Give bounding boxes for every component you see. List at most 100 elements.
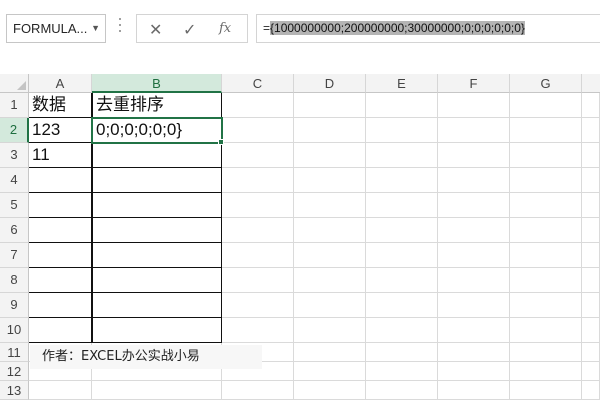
cell-e2[interactable] bbox=[366, 118, 438, 143]
cell-c9[interactable] bbox=[222, 293, 294, 318]
fill-handle[interactable] bbox=[218, 139, 224, 145]
cell-a5[interactable] bbox=[29, 193, 92, 218]
cell-f3[interactable] bbox=[438, 143, 510, 168]
cell-f11[interactable] bbox=[438, 343, 510, 362]
cell-e7[interactable] bbox=[366, 243, 438, 268]
cell-d7[interactable] bbox=[294, 243, 366, 268]
cell-b1[interactable]: 去重排序 bbox=[92, 93, 222, 118]
cell-a8[interactable] bbox=[29, 268, 92, 293]
column-header-g[interactable]: G bbox=[510, 74, 582, 93]
cell-d13[interactable] bbox=[294, 381, 366, 400]
cell-h7[interactable] bbox=[582, 243, 600, 268]
row-header-11[interactable]: 11 bbox=[0, 343, 29, 362]
row-header-13[interactable]: 13 bbox=[0, 381, 29, 400]
cell-h9[interactable] bbox=[582, 293, 600, 318]
cell-d1[interactable] bbox=[294, 93, 366, 118]
cell-f8[interactable] bbox=[438, 268, 510, 293]
cell-g1[interactable] bbox=[510, 93, 582, 118]
cell-e4[interactable] bbox=[366, 168, 438, 193]
cell-b13[interactable] bbox=[92, 381, 222, 400]
cell-d12[interactable] bbox=[294, 362, 366, 381]
cell-g6[interactable] bbox=[510, 218, 582, 243]
cell-f10[interactable] bbox=[438, 318, 510, 343]
select-all-button[interactable] bbox=[0, 74, 29, 93]
cell-e12[interactable] bbox=[366, 362, 438, 381]
cell-a3[interactable]: 11 bbox=[29, 143, 92, 168]
cell-a2[interactable]: 123 bbox=[29, 118, 92, 143]
cell-a9[interactable] bbox=[29, 293, 92, 318]
cell-a4[interactable] bbox=[29, 168, 92, 193]
cell-c1[interactable] bbox=[222, 93, 294, 118]
cell-g7[interactable] bbox=[510, 243, 582, 268]
column-header-e[interactable]: E bbox=[366, 74, 438, 93]
cell-f4[interactable] bbox=[438, 168, 510, 193]
cell-h6[interactable] bbox=[582, 218, 600, 243]
cell-e9[interactable] bbox=[366, 293, 438, 318]
cell-c2[interactable] bbox=[222, 118, 294, 143]
cell-d8[interactable] bbox=[294, 268, 366, 293]
formula-input[interactable]: ={1000000000;200000000;30000000;0;0;0;0;… bbox=[256, 14, 600, 43]
cell-f13[interactable] bbox=[438, 381, 510, 400]
cell-g12[interactable] bbox=[510, 362, 582, 381]
column-header-a[interactable]: A bbox=[29, 74, 92, 93]
row-header-9[interactable]: 9 bbox=[0, 293, 29, 318]
row-header-12[interactable]: 12 bbox=[0, 362, 29, 381]
cell-f2[interactable] bbox=[438, 118, 510, 143]
cell-f7[interactable] bbox=[438, 243, 510, 268]
name-box[interactable]: FORMULA... ▼ bbox=[6, 14, 106, 43]
cell-b10[interactable] bbox=[92, 318, 222, 343]
cell-c8[interactable] bbox=[222, 268, 294, 293]
cell-d6[interactable] bbox=[294, 218, 366, 243]
cell-a6[interactable] bbox=[29, 218, 92, 243]
cell-g2[interactable] bbox=[510, 118, 582, 143]
column-header-d[interactable]: D bbox=[294, 74, 366, 93]
cell-f6[interactable] bbox=[438, 218, 510, 243]
cell-a1[interactable]: 数据 bbox=[29, 93, 92, 118]
cell-h8[interactable] bbox=[582, 268, 600, 293]
cell-h3[interactable] bbox=[582, 143, 600, 168]
row-header-6[interactable]: 6 bbox=[0, 218, 29, 243]
cell-e11[interactable] bbox=[366, 343, 438, 362]
cell-e10[interactable] bbox=[366, 318, 438, 343]
cell-h10[interactable] bbox=[582, 318, 600, 343]
cell-a13[interactable] bbox=[29, 381, 92, 400]
cell-e6[interactable] bbox=[366, 218, 438, 243]
cell-h5[interactable] bbox=[582, 193, 600, 218]
cell-g10[interactable] bbox=[510, 318, 582, 343]
cell-c10[interactable] bbox=[222, 318, 294, 343]
cell-e1[interactable] bbox=[366, 93, 438, 118]
cell-h13[interactable] bbox=[582, 381, 600, 400]
cell-c5[interactable] bbox=[222, 193, 294, 218]
cell-b2[interactable]: 0;0;0;0;0;0} bbox=[91, 117, 223, 144]
column-header-h[interactable] bbox=[582, 74, 600, 93]
cell-c6[interactable] bbox=[222, 218, 294, 243]
cell-g5[interactable] bbox=[510, 193, 582, 218]
cell-h1[interactable] bbox=[582, 93, 600, 118]
cell-c13[interactable] bbox=[222, 381, 294, 400]
row-header-1[interactable]: 1 bbox=[0, 93, 29, 118]
column-header-f[interactable]: F bbox=[438, 74, 510, 93]
column-header-c[interactable]: C bbox=[222, 74, 294, 93]
cell-h4[interactable] bbox=[582, 168, 600, 193]
cell-b4[interactable] bbox=[92, 168, 222, 193]
cell-d2[interactable] bbox=[294, 118, 366, 143]
cell-b5[interactable] bbox=[92, 193, 222, 218]
cell-b7[interactable] bbox=[92, 243, 222, 268]
column-header-b[interactable]: B bbox=[92, 74, 222, 93]
cell-g11[interactable] bbox=[510, 343, 582, 362]
cell-d5[interactable] bbox=[294, 193, 366, 218]
cell-b6[interactable] bbox=[92, 218, 222, 243]
cell-f12[interactable] bbox=[438, 362, 510, 381]
row-header-7[interactable]: 7 bbox=[0, 243, 29, 268]
drag-handle-icon[interactable] bbox=[118, 18, 122, 40]
cell-e13[interactable] bbox=[366, 381, 438, 400]
cell-g4[interactable] bbox=[510, 168, 582, 193]
row-header-10[interactable]: 10 bbox=[0, 318, 29, 343]
cell-e8[interactable] bbox=[366, 268, 438, 293]
cell-f1[interactable] bbox=[438, 93, 510, 118]
cell-h12[interactable] bbox=[582, 362, 600, 381]
cell-c7[interactable] bbox=[222, 243, 294, 268]
cell-b9[interactable] bbox=[92, 293, 222, 318]
cell-f9[interactable] bbox=[438, 293, 510, 318]
insert-function-icon[interactable]: fx bbox=[219, 21, 231, 36]
